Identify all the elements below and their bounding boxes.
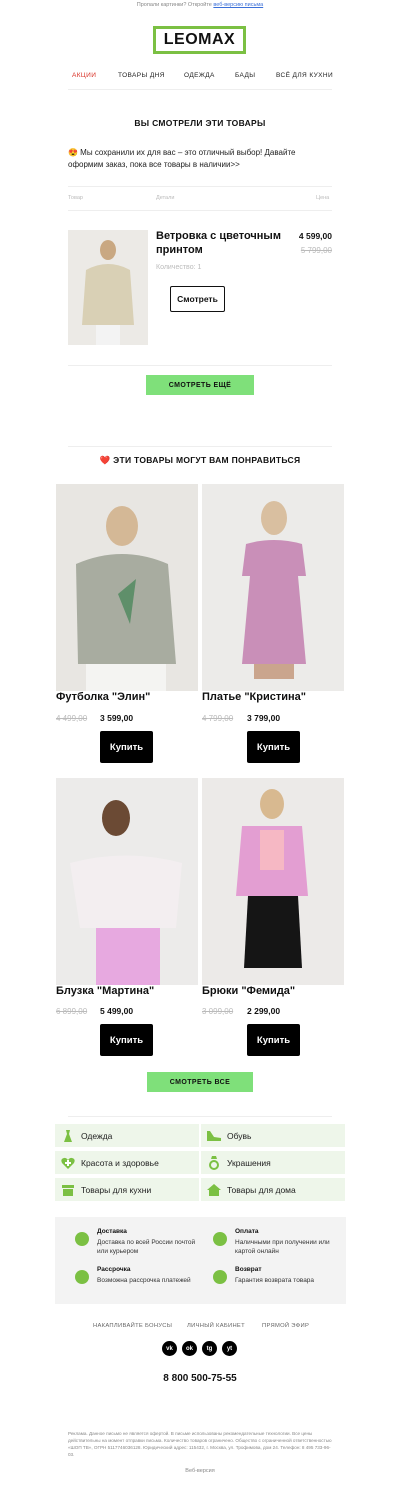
info-desc: Наличными при получении или картой онлай…: [235, 1239, 330, 1255]
heart-plus-icon: [55, 1157, 81, 1169]
youtube-icon[interactable]: yt: [222, 1341, 237, 1356]
viewed-product-image[interactable]: [68, 230, 148, 345]
product-image-kristina[interactable]: [202, 484, 344, 691]
pot-icon: [55, 1184, 81, 1196]
web-version-footer-link[interactable]: Веб-версия: [0, 1468, 400, 1474]
category-beauty[interactable]: Красота и здоровье: [55, 1151, 199, 1174]
info-block: Доставка Доставка по всей России почтой …: [55, 1217, 346, 1304]
divider: [68, 89, 332, 90]
see-more-button[interactable]: СМОТРЕТЬ ЕЩЁ: [146, 375, 254, 395]
category-clothes[interactable]: Одежда: [55, 1124, 199, 1147]
category-label: Одежда: [81, 1130, 113, 1141]
category-jewelry[interactable]: Украшения: [201, 1151, 345, 1174]
product-name[interactable]: Блузка "Мартина": [56, 985, 154, 997]
return-icon: [213, 1270, 227, 1284]
phone-number[interactable]: 8 800 500-75-55: [0, 1373, 400, 1384]
divider: [68, 210, 332, 211]
category-label: Красота и здоровье: [81, 1157, 159, 1168]
info-title: Рассрочка: [97, 1266, 131, 1273]
view-product-button[interactable]: Смотреть: [170, 286, 225, 312]
house-icon: [201, 1183, 227, 1196]
ruble-icon: [213, 1232, 227, 1246]
footer-link-live[interactable]: ПРЯМОЙ ЭФИР: [262, 1323, 309, 1329]
product-price: 5 499,00: [100, 1006, 134, 1016]
viewed-product-name[interactable]: Ветровка с цветочным принтом: [156, 229, 281, 257]
product-price: 2 299,00: [247, 1006, 281, 1016]
nav-item-kitchen[interactable]: ВСЁ ДЛЯ КУХНИ: [276, 72, 333, 79]
preheader: Пропали картинки? Откройте веб-версию пи…: [0, 2, 400, 8]
ok-icon[interactable]: ok: [182, 1341, 197, 1356]
category-home[interactable]: Товары для дома: [201, 1178, 345, 1201]
nav-item-supplements[interactable]: БАДЫ: [235, 72, 255, 79]
preheader-text: Пропали картинки? Откройте: [136, 2, 212, 8]
product-old-price: 4 499,00: [56, 714, 88, 723]
info-desc: Доставка по всей России почтой или курье…: [97, 1239, 196, 1255]
product-name[interactable]: Брюки "Фемида": [202, 985, 295, 997]
category-label: Товары для кухни: [81, 1184, 152, 1195]
category-label: Украшения: [227, 1157, 271, 1168]
buy-button[interactable]: Купить: [100, 1024, 153, 1056]
logo[interactable]: LEOMAX: [153, 26, 246, 54]
box-icon: [75, 1232, 89, 1246]
viewed-intro: 😍 Мы сохранили их для вас – это отличный…: [68, 148, 296, 169]
column-header-details: Детали: [156, 195, 175, 201]
info-desc: Возможна рассрочка платежей: [97, 1277, 191, 1284]
category-label: Товары для дома: [227, 1184, 296, 1195]
web-version-link[interactable]: веб-версию письма: [213, 2, 263, 8]
buy-button[interactable]: Купить: [247, 1024, 300, 1056]
viewed-product-price: 4 599,00: [298, 231, 332, 241]
viewed-title: ВЫ СМОТРЕЛИ ЭТИ ТОВАРЫ: [134, 118, 266, 128]
buy-button[interactable]: Купить: [100, 731, 153, 763]
info-desc: Гарантия возврата товара: [235, 1277, 315, 1284]
nav-item-deals[interactable]: ТОВАРЫ ДНЯ: [118, 72, 165, 79]
product-old-price: 6 899,00: [56, 1007, 88, 1016]
divider: [68, 446, 332, 447]
column-header-price: Цена: [316, 195, 330, 201]
buy-button[interactable]: Купить: [247, 731, 300, 763]
divider: [68, 365, 332, 366]
product-price: 3 799,00: [247, 713, 281, 723]
category-label: Обувь: [227, 1130, 252, 1141]
info-title: Возврат: [235, 1266, 262, 1273]
shoe-icon: [201, 1130, 227, 1141]
column-header-product: Товар: [68, 195, 83, 201]
see-all-button[interactable]: СМОТРЕТЬ ВСЕ: [147, 1072, 253, 1092]
info-title: Доставка: [97, 1228, 127, 1235]
category-shoes[interactable]: Обувь: [201, 1124, 345, 1147]
footer-link-bonuses[interactable]: НАКАПЛИВАЙТЕ БОНУСЫ: [93, 1323, 172, 1329]
product-name[interactable]: Футболка "Элин": [56, 691, 150, 703]
product-price: 3 599,00: [100, 713, 134, 723]
footer-link-account[interactable]: ЛИЧНЫЙ КАБИНЕТ: [187, 1323, 245, 1329]
product-old-price: 3 099,00: [202, 1007, 234, 1016]
category-kitchen[interactable]: Товары для кухни: [55, 1178, 199, 1201]
viewed-product-old-price: 5 799,00: [300, 246, 332, 255]
product-name[interactable]: Платье "Кристина": [202, 691, 306, 703]
product-image-martina[interactable]: [56, 778, 198, 985]
ring-icon: [201, 1155, 227, 1170]
recommend-title: ❤️ ЭТИ ТОВАРЫ МОГУТ ВАМ ПОНРАВИТЬСЯ: [99, 455, 301, 465]
viewed-product-quantity: Количество: 1: [156, 264, 202, 271]
nav-item-sales[interactable]: АКЦИИ: [72, 72, 96, 79]
divider: [68, 1116, 332, 1117]
email-page: Пропали картинки? Откройте веб-версию пи…: [0, 0, 400, 1498]
telegram-icon[interactable]: tg: [202, 1341, 217, 1356]
product-old-price: 4 799,00: [202, 714, 234, 723]
product-image-femida[interactable]: [202, 778, 344, 985]
info-title: Оплата: [235, 1228, 259, 1235]
nav-item-clothes[interactable]: ОДЕЖДА: [184, 72, 215, 79]
product-image-elin[interactable]: [56, 484, 198, 691]
dress-icon: [55, 1129, 81, 1142]
divider: [68, 186, 332, 187]
vk-icon[interactable]: vk: [162, 1341, 177, 1356]
legal-text: Реклама. Данное письмо не является оферт…: [68, 1431, 332, 1457]
clock-icon: [75, 1270, 89, 1284]
